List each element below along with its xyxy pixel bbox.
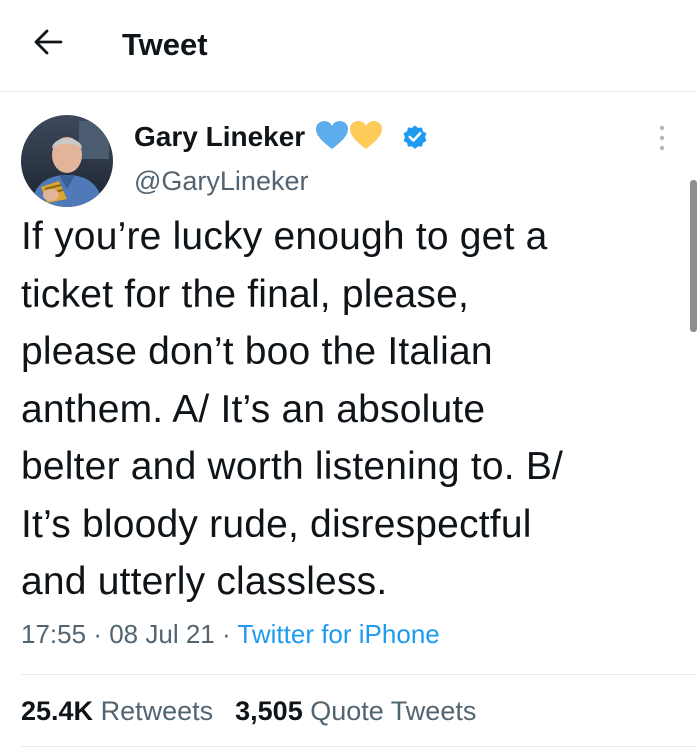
tweet-source-link[interactable]: Twitter for iPhone [237, 619, 439, 649]
name-emoji-group [315, 120, 383, 155]
divider [21, 746, 697, 747]
meta-separator: · [93, 619, 102, 649]
tweet-stats: 25.4K Retweets 3,505 Quote Tweets [21, 693, 476, 729]
author-name-row: Gary Lineker [134, 119, 429, 155]
tweet-date[interactable]: 08 Jul 21 [109, 619, 215, 649]
tweet-meta: 17:55 · 08 Jul 21 · Twitter for iPhone [21, 617, 440, 651]
more-vertical-icon [658, 125, 666, 156]
verified-badge-icon [401, 123, 429, 151]
retweets-stat[interactable]: 25.4K Retweets [21, 693, 213, 729]
scrollbar[interactable] [690, 180, 697, 332]
back-arrow-icon [33, 29, 63, 60]
meta-separator: · [221, 619, 231, 649]
quote-tweets-label: Quote Tweets [310, 696, 477, 726]
page-title: Tweet [122, 27, 208, 62]
retweets-label: Retweets [100, 696, 214, 726]
quote-tweets-count: 3,505 [235, 696, 303, 726]
tweet-text: If you’re lucky enough to get a ticket f… [21, 215, 564, 603]
author-name[interactable]: Gary Lineker [134, 119, 305, 155]
retweets-count: 25.4K [21, 696, 94, 726]
back-button[interactable] [30, 26, 66, 62]
yellow-heart-icon [349, 120, 383, 155]
avatar[interactable] [21, 115, 113, 207]
tweet-time[interactable]: 17:55 [21, 619, 86, 649]
top-bar: Tweet [0, 0, 697, 92]
blue-heart-icon [315, 120, 349, 155]
quote-tweets-stat[interactable]: 3,505 Quote Tweets [235, 693, 476, 729]
more-options-button[interactable] [648, 124, 676, 156]
author-handle[interactable]: @GaryLineker [134, 164, 308, 198]
divider [21, 674, 697, 675]
